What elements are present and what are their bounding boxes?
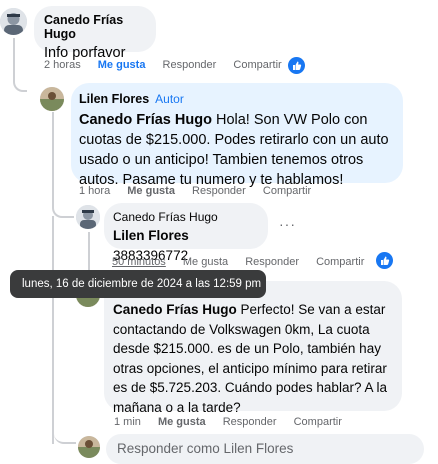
- reply-button[interactable]: Responder: [192, 185, 246, 197]
- author-badge: Autor: [155, 92, 184, 106]
- reply-input[interactable]: Responder como Lilen Flores: [106, 434, 424, 464]
- comment-author[interactable]: Canedo Frías Hugo: [113, 210, 259, 224]
- comment-actions: 2 horas Me gusta Responder Compartir: [44, 59, 296, 71]
- comment-actions: 1 min Me gusta Responder Compartir: [114, 416, 356, 428]
- comment-bubble: Lilen Flores Autor Canedo Frías Hugo Hola…: [71, 83, 403, 188]
- thread-line-input: [54, 426, 76, 444]
- more-options-icon[interactable]: ···: [279, 216, 296, 232]
- reply-button[interactable]: Responder: [163, 59, 217, 71]
- thread-line-main: [13, 38, 27, 92]
- share-button[interactable]: Compartir: [233, 59, 281, 71]
- like-button[interactable]: Me gusta: [127, 185, 175, 197]
- share-button[interactable]: Compartir: [263, 185, 311, 197]
- mention-link[interactable]: Lilen Flores: [113, 228, 189, 243]
- comment-time[interactable]: 1 min: [114, 416, 141, 428]
- share-button[interactable]: Compartir: [294, 416, 342, 428]
- comment-author[interactable]: Canedo Frías Hugo: [44, 13, 146, 41]
- comment-bubble: Canedo Frías Hugo Info porfavor: [34, 6, 156, 61]
- like-button[interactable]: Me gusta: [158, 416, 206, 428]
- comment-actions: 1 hora Me gusta Responder Compartir: [79, 185, 325, 197]
- avatar: [78, 436, 100, 458]
- thumbs-up-icon[interactable]: [376, 252, 393, 269]
- comment-author[interactable]: Lilen Flores: [79, 92, 149, 106]
- comment-actions: 50 minutos Me gusta Responder Compartir: [112, 256, 378, 268]
- reply-placeholder: Responder como Lilen Flores: [117, 441, 294, 456]
- comment-time[interactable]: 2 horas: [44, 59, 81, 71]
- thread-line-reply-2: [52, 216, 56, 444]
- avatar[interactable]: [40, 87, 64, 111]
- avatar[interactable]: [0, 8, 27, 35]
- thumbs-up-icon[interactable]: [288, 57, 305, 74]
- reply-button[interactable]: Responder: [223, 416, 277, 428]
- share-button[interactable]: Compartir: [316, 256, 364, 268]
- comment-time[interactable]: 1 hora: [79, 185, 110, 197]
- comment-bubble: Canedo Frías Hugo Lilen Flores 388339677…: [104, 203, 268, 263]
- reply-button[interactable]: Responder: [245, 256, 299, 268]
- like-button[interactable]: Me gusta: [98, 59, 146, 71]
- comment-body: Perfecto! Se van a estar contactando de …: [113, 302, 387, 415]
- timestamp-tooltip: lunes, 16 de diciembre de 2024 a las 12:…: [10, 270, 266, 298]
- mention-link[interactable]: Canedo Frías Hugo: [113, 302, 237, 317]
- comment-text: Canedo Frías Hugo Hola! Son VW Polo con …: [79, 110, 395, 190]
- like-button[interactable]: Me gusta: [183, 256, 228, 268]
- comment-time[interactable]: 50 minutos: [112, 256, 166, 268]
- avatar[interactable]: [76, 205, 100, 229]
- comment-text: Canedo Frías Hugo Perfecto! Se van a est…: [113, 300, 393, 417]
- mention-link[interactable]: Canedo Frías Hugo: [79, 112, 212, 128]
- comment-bubble: Lilen Flores Canedo Frías Hugo Perfecto!…: [104, 281, 402, 415]
